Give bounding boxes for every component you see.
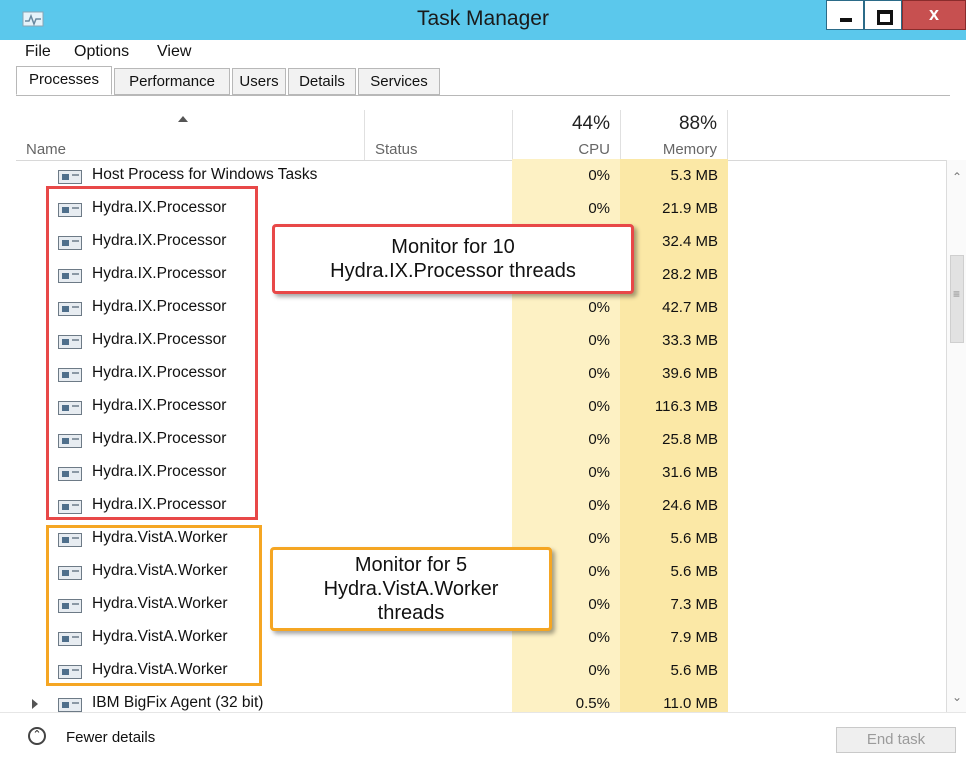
tab-processes[interactable]: Processes bbox=[16, 66, 112, 95]
process-cpu: 0% bbox=[588, 398, 610, 415]
minimize-icon bbox=[840, 18, 852, 22]
tab-details[interactable]: Details bbox=[288, 68, 356, 95]
process-memory: 25.8 MB bbox=[662, 431, 718, 448]
minimize-button[interactable] bbox=[826, 0, 864, 30]
column-header-status[interactable]: Status bbox=[364, 110, 512, 160]
hydra-ix-callout: Monitor for 10 Hydra.IX.Processor thread… bbox=[272, 224, 634, 294]
process-name: IBM BigFix Agent (32 bit) bbox=[92, 694, 264, 711]
menu-bar: File Options View bbox=[0, 40, 966, 64]
process-name: Host Process for Windows Tasks bbox=[92, 166, 318, 183]
scroll-up-icon[interactable]: ⌃ bbox=[952, 170, 962, 184]
process-memory: 7.9 MB bbox=[670, 629, 718, 646]
column-header-cpu[interactable]: 44% CPU bbox=[512, 110, 620, 160]
process-cpu: 0% bbox=[588, 431, 610, 448]
process-memory: 5.6 MB bbox=[670, 530, 718, 547]
tab-services[interactable]: Services bbox=[358, 68, 440, 95]
column-memory-label: Memory bbox=[662, 141, 717, 158]
memory-total-percent: 88% bbox=[678, 113, 717, 134]
tab-performance[interactable]: Performance bbox=[114, 68, 230, 95]
process-window-icon bbox=[58, 698, 82, 712]
process-cpu: 0% bbox=[588, 365, 610, 382]
grip-icon: ≡ bbox=[953, 287, 961, 301]
process-memory: 28.2 MB bbox=[662, 266, 718, 283]
tab-users[interactable]: Users bbox=[232, 68, 286, 95]
process-memory: 5.6 MB bbox=[670, 662, 718, 679]
expand-triangle-icon[interactable] bbox=[32, 699, 38, 709]
column-header-memory[interactable]: 88% Memory bbox=[620, 110, 728, 160]
process-memory: 5.3 MB bbox=[670, 167, 718, 184]
scroll-thumb[interactable]: ≡ bbox=[950, 255, 964, 343]
process-memory: 11.0 MB bbox=[663, 695, 718, 712]
process-memory: 5.6 MB bbox=[670, 563, 718, 580]
hydra-vista-highlight-box bbox=[46, 525, 262, 686]
table-row[interactable]: IBM BigFix Agent (32 bit) 0.5% 11.0 MB bbox=[16, 687, 946, 712]
scroll-down-icon[interactable]: ⌄ bbox=[952, 690, 962, 704]
process-memory: 21.9 MB bbox=[662, 200, 718, 217]
process-memory: 39.6 MB bbox=[662, 365, 718, 382]
menu-options[interactable]: Options bbox=[74, 43, 129, 61]
process-cpu: 0% bbox=[588, 662, 610, 679]
process-memory: 116.3 MB bbox=[654, 398, 718, 415]
maximize-icon bbox=[877, 10, 893, 25]
close-button[interactable]: x bbox=[902, 0, 966, 30]
title-bar[interactable]: Task Manager x bbox=[0, 0, 966, 40]
process-memory: 31.6 MB bbox=[662, 464, 718, 481]
fewer-details-link[interactable]: Fewer details bbox=[66, 729, 155, 746]
footer: ⌃ Fewer details End task bbox=[0, 712, 966, 760]
process-window-icon bbox=[58, 170, 82, 184]
column-name-label: Name bbox=[26, 141, 67, 158]
column-cpu-label: CPU bbox=[578, 141, 610, 158]
chevron-up-circle-icon[interactable]: ⌃ bbox=[28, 727, 46, 745]
process-memory: 42.7 MB bbox=[662, 299, 718, 316]
cpu-total-percent: 44% bbox=[571, 113, 610, 134]
process-cpu: 0% bbox=[588, 167, 610, 184]
process-memory: 33.3 MB bbox=[662, 332, 718, 349]
process-memory: 7.3 MB bbox=[670, 596, 718, 613]
process-cpu: 0% bbox=[588, 629, 610, 646]
process-memory: 24.6 MB bbox=[662, 497, 718, 514]
process-memory: 32.4 MB bbox=[662, 233, 718, 250]
sort-ascending-icon bbox=[178, 116, 188, 122]
hydra-vista-callout: Monitor for 5 Hydra.VistA.Worker threads bbox=[270, 547, 552, 631]
column-header-name[interactable]: Name bbox=[16, 110, 364, 160]
process-cpu: 0% bbox=[588, 332, 610, 349]
tab-divider bbox=[16, 95, 950, 96]
process-cpu: 0% bbox=[588, 299, 610, 316]
hydra-ix-highlight-box bbox=[46, 186, 258, 520]
column-header: Name Status 44% CPU 88% Memory bbox=[16, 110, 948, 160]
window-title: Task Manager bbox=[417, 7, 549, 30]
menu-view[interactable]: View bbox=[157, 43, 191, 61]
process-cpu: 0% bbox=[588, 530, 610, 547]
vertical-scrollbar[interactable]: ⌃ ≡ ⌄ bbox=[946, 160, 966, 712]
end-task-button[interactable]: End task bbox=[836, 727, 956, 753]
process-cpu: 0% bbox=[588, 200, 610, 217]
maximize-button[interactable] bbox=[864, 0, 902, 30]
column-status-label: Status bbox=[375, 141, 418, 158]
process-cpu: 0% bbox=[588, 464, 610, 481]
process-cpu: 0% bbox=[588, 497, 610, 514]
menu-file[interactable]: File bbox=[25, 43, 51, 61]
process-cpu: 0.5% bbox=[575, 695, 610, 712]
